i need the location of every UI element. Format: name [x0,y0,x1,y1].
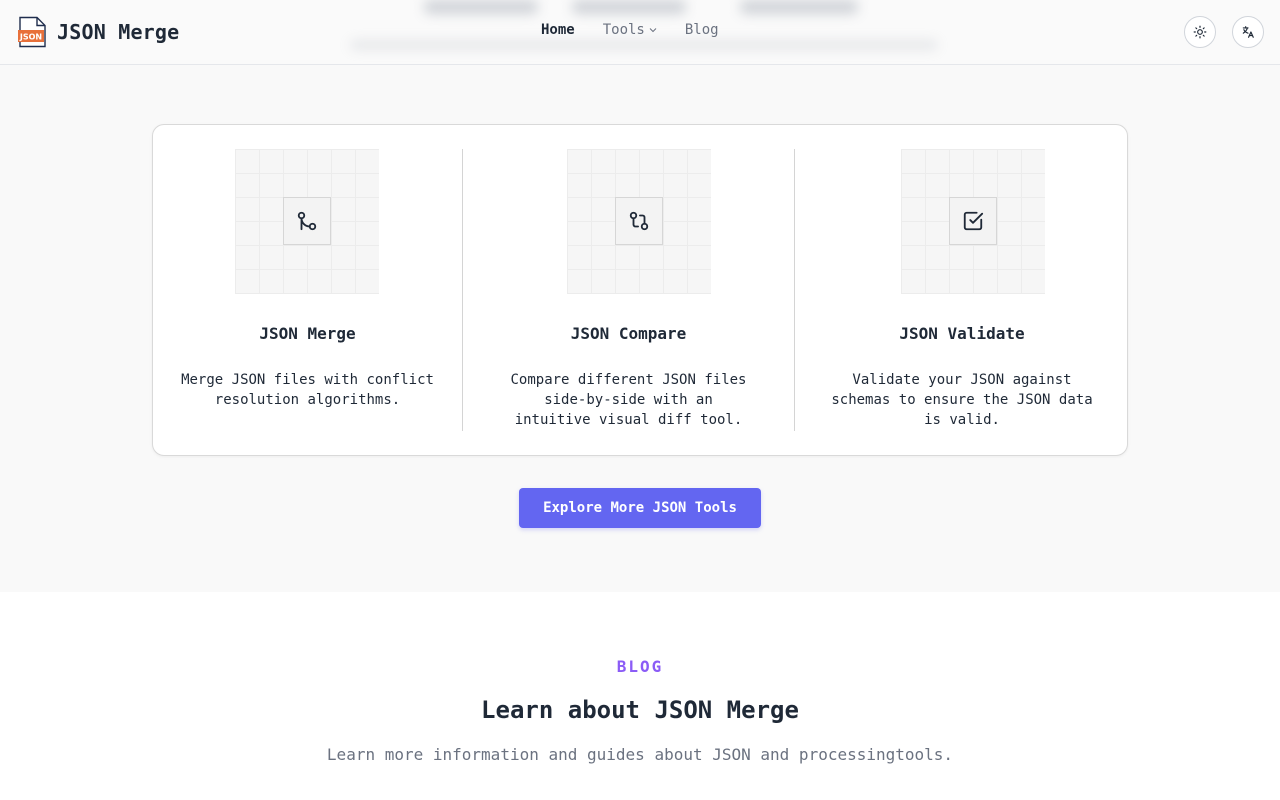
square-check-icon [963,211,984,231]
theme-toggle-button[interactable] [1184,16,1216,48]
chevron-down-icon [649,28,657,33]
blurred-background-content [572,0,686,14]
language-button[interactable] [1232,16,1264,48]
nav-home-label: Home [541,22,575,38]
feature-title: JSON Validate [899,324,1025,343]
feature-merge[interactable]: JSON Merge Merge JSON files with conflic… [153,125,462,457]
nav-tools-label: Tools [602,22,645,38]
feature-icon-tile [901,149,1045,294]
blog-eyebrow: BLOG [616,657,664,676]
feature-validate[interactable]: JSON Validate Validate your JSON against… [795,125,1129,457]
feature-icon-box [949,197,997,245]
feature-title: JSON Compare [570,324,687,343]
nav-home[interactable]: Home [541,22,575,38]
feature-icon-box [283,197,331,245]
feature-icon-tile [235,149,379,294]
blurred-background-content [424,0,538,14]
blurred-background-content [740,0,858,14]
feature-title: JSON Merge [259,324,356,343]
site-header: JSON JSON Merge Home Tools Blog [0,0,1280,65]
blog-subtitle: Learn more information and guides about … [326,745,954,764]
nav-blog-label: Blog [684,22,719,38]
feature-description: Validate your JSON against schemas to en… [831,372,1093,428]
json-file-icon: JSON [18,16,46,48]
blurred-background-content [350,40,938,50]
feature-compare[interactable]: JSON Compare Compare different JSON file… [463,125,794,457]
main-nav: Home Tools Blog [541,22,719,38]
translate-icon [1242,26,1254,38]
brand-link[interactable]: JSON JSON Merge [17,16,179,48]
git-compare-icon [629,211,649,231]
nav-tools-dropdown[interactable]: Tools [603,22,657,38]
feature-icon-tile [567,149,711,294]
brand-name: JSON Merge [57,20,180,44]
feature-description: Compare different JSON files side-by-sid… [510,372,747,428]
nav-blog[interactable]: Blog [685,22,719,38]
features-card: JSON Merge Merge JSON files with conflic… [152,124,1128,456]
features-section: JSON Merge Merge JSON files with conflic… [0,65,1280,592]
explore-tools-button[interactable]: Explore More JSON Tools [519,488,761,528]
git-merge-icon [297,211,317,231]
feature-icon-box [615,197,663,245]
sun-icon [1193,25,1207,39]
logo-text: JSON [19,33,42,42]
feature-description: Merge JSON files with conflict resolutio… [181,372,434,408]
blog-title: Learn about JSON Merge [481,696,799,724]
